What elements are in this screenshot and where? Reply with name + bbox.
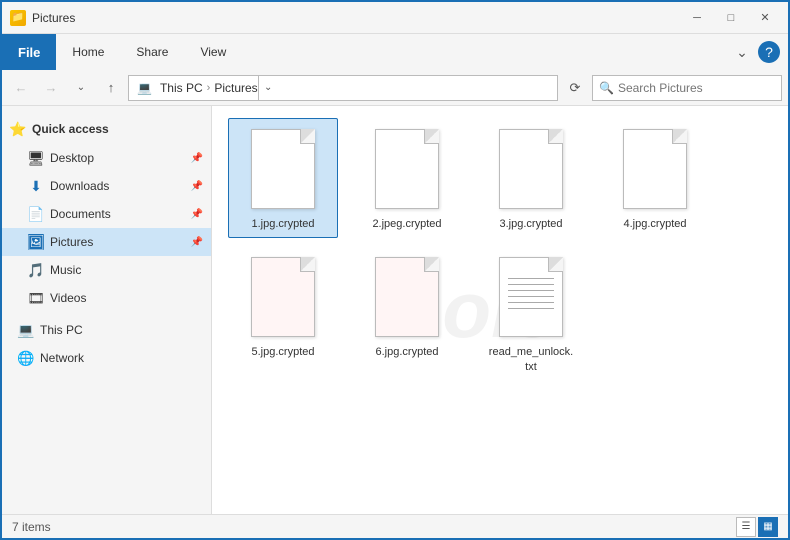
- file-label-7: read_me_unlock.txt: [489, 345, 573, 374]
- sidebar-label-network: Network: [40, 351, 84, 365]
- breadcrumb: 💻 This PC › Pictures: [137, 81, 258, 95]
- file-label-2: 2.jpeg.crypted: [372, 217, 441, 231]
- ribbon-bar: File Home Share View ⌄ ?: [2, 34, 788, 70]
- breadcrumb-pictures: Pictures: [214, 81, 257, 95]
- file-item-4[interactable]: 4.jpg.crypted: [600, 118, 710, 238]
- downloads-icon: ⬇: [28, 178, 44, 194]
- title-bar: 📁 Pictures ─ □ ✕: [2, 2, 788, 34]
- file-icon-2: [371, 125, 443, 213]
- file-label-5: 5.jpg.crypted: [252, 345, 315, 359]
- ribbon-expand-button[interactable]: ⌄: [730, 40, 754, 64]
- sidebar-item-desktop[interactable]: 🖥 Desktop 📌: [2, 144, 211, 172]
- search-input[interactable]: [618, 81, 775, 95]
- quick-access-icon: ⭐: [10, 121, 26, 137]
- view-toggle-buttons: ☰ ▦: [736, 517, 778, 537]
- recent-locations-button[interactable]: ⌄: [68, 75, 94, 101]
- pin-icon-desktop: 📌: [191, 153, 203, 164]
- file-item-3[interactable]: 3.jpg.crypted: [476, 118, 586, 238]
- close-button[interactable]: ✕: [750, 8, 780, 28]
- grid-view-button[interactable]: ▦: [758, 517, 778, 537]
- sidebar-label-music: Music: [50, 263, 81, 277]
- minimize-button[interactable]: ─: [682, 8, 712, 28]
- documents-icon: 📄: [28, 206, 44, 222]
- file-icon-5: [247, 253, 319, 341]
- status-bar: 7 items ☰ ▦: [2, 514, 788, 538]
- up-button[interactable]: ↑: [98, 75, 124, 101]
- file-item-5[interactable]: 5.jpg.crypted: [228, 246, 338, 381]
- sidebar-label-videos: Videos: [50, 291, 86, 305]
- main-content: ⭐ Quick access 🖥 Desktop 📌 ⬇ Downloads 📌…: [2, 106, 788, 514]
- file-item-7[interactable]: read_me_unlock.txt: [476, 246, 586, 381]
- sidebar-item-documents[interactable]: 📄 Documents 📌: [2, 200, 211, 228]
- pin-icon-downloads: 📌: [191, 181, 203, 192]
- window-title: Pictures: [32, 11, 682, 25]
- refresh-button[interactable]: ⟳: [562, 75, 588, 101]
- breadcrumb-thispc: This PC: [160, 81, 203, 95]
- file-menu-button[interactable]: File: [2, 34, 56, 70]
- window-controls: ─ □ ✕: [682, 8, 780, 28]
- help-button[interactable]: ?: [758, 41, 780, 63]
- address-path[interactable]: 💻 This PC › Pictures ⌄: [128, 75, 558, 101]
- this-pc-icon: 💻: [18, 322, 34, 338]
- file-label-1: 1.jpg.crypted: [252, 217, 315, 231]
- item-count: 7 items: [12, 520, 736, 534]
- file-label-6: 6.jpg.crypted: [376, 345, 439, 359]
- pictures-icon: 🖼: [28, 234, 44, 250]
- breadcrumb-icon: 💻: [137, 81, 152, 95]
- path-separator: ›: [207, 82, 211, 94]
- file-icon-1: [247, 125, 319, 213]
- sidebar-label-pictures: Pictures: [50, 235, 93, 249]
- sidebar-label-desktop: Desktop: [50, 151, 94, 165]
- file-icon-3: [495, 125, 567, 213]
- sidebar-item-pictures[interactable]: 🖼 Pictures 📌: [2, 228, 211, 256]
- file-icon-7: [495, 253, 567, 341]
- music-icon: 🎵: [28, 262, 44, 278]
- sidebar-item-music[interactable]: 🎵 Music: [2, 256, 211, 284]
- file-label-4: 4.jpg.crypted: [624, 217, 687, 231]
- ribbon-tabs: Home Share View: [56, 34, 722, 70]
- sidebar-label-quick-access: Quick access: [32, 122, 109, 136]
- sidebar-item-videos[interactable]: 🎞 Videos: [2, 284, 211, 312]
- pin-icon-documents: 📌: [191, 209, 203, 220]
- back-button[interactable]: ←: [8, 75, 34, 101]
- window-icon: 📁: [10, 10, 26, 26]
- network-icon: 🌐: [18, 350, 34, 366]
- file-content-area[interactable]: oiJ 1.jpg.crypted 2.jpeg.crypted: [212, 106, 788, 514]
- address-bar: ← → ⌄ ↑ 💻 This PC › Pictures ⌄ ⟳ 🔍: [2, 70, 788, 106]
- desktop-icon: 🖥: [28, 150, 44, 166]
- maximize-button[interactable]: □: [716, 8, 746, 28]
- videos-icon: 🎞: [28, 290, 44, 306]
- tab-home[interactable]: Home: [56, 34, 120, 70]
- sidebar-label-documents: Documents: [50, 207, 111, 221]
- sidebar: ⭐ Quick access 🖥 Desktop 📌 ⬇ Downloads 📌…: [2, 106, 212, 514]
- path-dropdown-button[interactable]: ⌄: [258, 75, 278, 101]
- search-box: 🔍: [592, 75, 782, 101]
- sidebar-item-this-pc[interactable]: 💻 This PC: [2, 316, 211, 344]
- pin-icon-pictures: 📌: [191, 237, 203, 248]
- ribbon-right: ⌄ ?: [722, 34, 788, 70]
- sidebar-section-quick-access: ⭐ Quick access: [2, 114, 211, 144]
- file-item-6[interactable]: 6.jpg.crypted: [352, 246, 462, 381]
- file-item-2[interactable]: 2.jpeg.crypted: [352, 118, 462, 238]
- sidebar-label-this-pc: This PC: [40, 323, 83, 337]
- file-label-3: 3.jpg.crypted: [500, 217, 563, 231]
- search-icon: 🔍: [599, 81, 614, 95]
- file-explorer-window: 📁 Pictures ─ □ ✕ File Home Share View ⌄ …: [0, 0, 790, 540]
- tab-share[interactable]: Share: [120, 34, 184, 70]
- files-grid: 1.jpg.crypted 2.jpeg.crypted 3.jpg.crypt…: [228, 118, 772, 381]
- list-view-button[interactable]: ☰: [736, 517, 756, 537]
- file-icon-6: [371, 253, 443, 341]
- tab-view[interactable]: View: [184, 34, 242, 70]
- sidebar-item-downloads[interactable]: ⬇ Downloads 📌: [2, 172, 211, 200]
- sidebar-label-downloads: Downloads: [50, 179, 109, 193]
- sidebar-item-network[interactable]: 🌐 Network: [2, 344, 211, 372]
- file-item-1[interactable]: 1.jpg.crypted: [228, 118, 338, 238]
- file-icon-4: [619, 125, 691, 213]
- forward-button[interactable]: →: [38, 75, 64, 101]
